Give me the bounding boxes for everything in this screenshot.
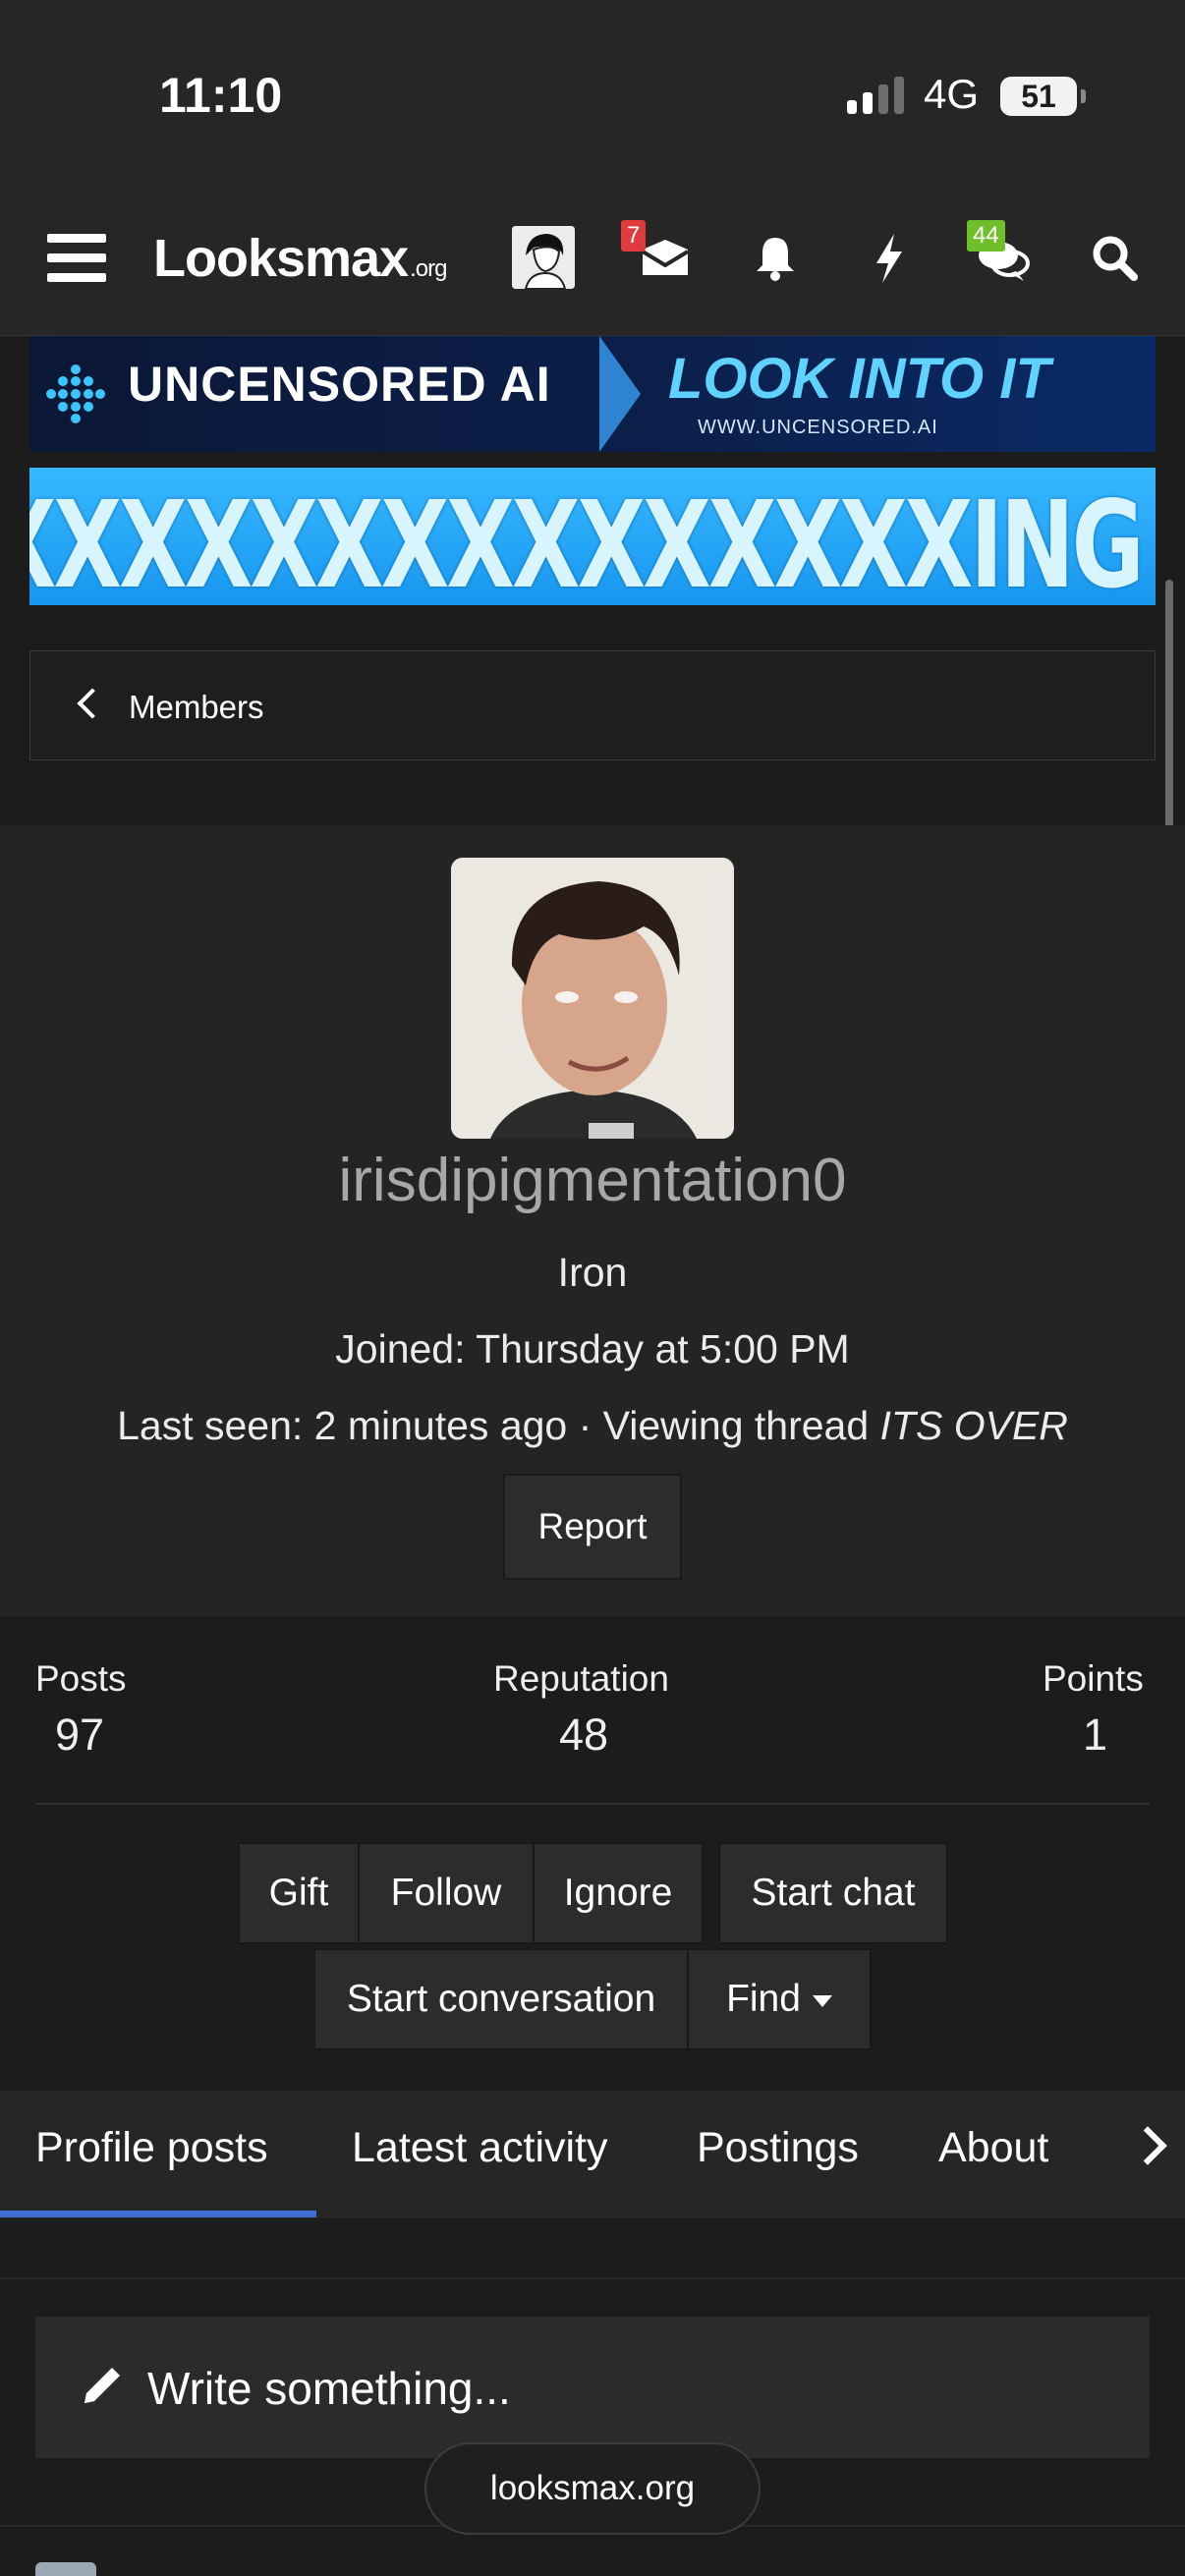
section-divider	[0, 2277, 1185, 2279]
logo-suffix: .org	[410, 255, 447, 282]
chevron-left-icon	[77, 688, 108, 719]
last-seen-text: Last seen: 2 minutes ago · Viewing threa…	[117, 1403, 880, 1448]
ad-chevron	[599, 336, 641, 452]
gift-button[interactable]: Gift	[238, 1842, 360, 1944]
caret-down-icon	[812, 1994, 832, 2007]
reputation-label: Reputation	[493, 1658, 669, 1699]
report-button[interactable]: Report	[503, 1474, 682, 1580]
domain-pill[interactable]: looksmax.org	[424, 2442, 761, 2535]
stats-divider	[35, 1803, 1150, 1805]
posts-value[interactable]: 97	[55, 1709, 104, 1761]
lightning-icon[interactable]	[857, 226, 922, 291]
inbox-badge: 7	[621, 220, 647, 252]
ad-url: WWW.UNCENSORED.AI	[698, 417, 938, 438]
ad-right-text: LOOK INTO IT	[668, 347, 1050, 411]
top-nav: Looksmax.org 7 44	[0, 177, 1185, 336]
tab-latest-activity[interactable]: Latest activity	[352, 2124, 608, 2172]
logo-main: Looksmax	[153, 229, 409, 288]
last-seen-thread-link[interactable]: ITS OVER	[880, 1403, 1068, 1448]
breadcrumb-label: Members	[129, 689, 264, 725]
find-dropdown[interactable]: Find	[687, 1948, 872, 2050]
breadcrumb[interactable]: Members	[29, 650, 1156, 760]
find-label: Find	[726, 1978, 801, 2020]
reputation-value: 48	[559, 1709, 609, 1760]
tab-about[interactable]: About	[938, 2124, 1048, 2172]
profile-username: irisdipigmentation0	[338, 1147, 847, 1214]
write-something-input[interactable]: Write something...	[35, 2317, 1150, 2458]
start-conversation-button[interactable]: Start conversation	[313, 1948, 689, 2050]
network-type: 4G	[924, 71, 980, 117]
chat-badge: 44	[967, 220, 1005, 252]
profile-avatar[interactable]	[451, 858, 734, 1139]
posts-label: Posts	[35, 1658, 127, 1699]
profile-rank: Iron	[557, 1250, 628, 1295]
profile-last-seen: Last seen: 2 minutes ago · Viewing threa…	[0, 1403, 1185, 1449]
ad-banner-text[interactable]: XXXXXXXXXXXXXXXXXXING	[29, 468, 1156, 605]
start-chat-button[interactable]: Start chat	[718, 1842, 948, 1944]
hamburger-menu-icon[interactable]	[47, 234, 106, 283]
follow-button[interactable]: Follow	[358, 1842, 535, 1944]
battery-icon: 51	[1000, 77, 1086, 116]
signal-icon	[847, 77, 904, 114]
pencil-icon	[85, 2368, 120, 2403]
points-label: Points	[1043, 1658, 1144, 1699]
ignore-button[interactable]: Ignore	[533, 1842, 704, 1944]
composer-placeholder: Write something...	[147, 2363, 511, 2414]
profile-joined: Joined: Thursday at 5:00 PM	[335, 1326, 850, 1372]
points-value[interactable]: 1	[1083, 1709, 1107, 1761]
tab-postings[interactable]: Postings	[697, 2124, 859, 2172]
ad-left-text: UNCENSORED AI	[128, 357, 551, 412]
bell-icon[interactable]	[743, 226, 808, 291]
tab-profile-posts[interactable]: Profile posts	[35, 2124, 268, 2172]
clock: 11:10	[159, 68, 283, 123]
active-tab-indicator	[0, 2211, 316, 2217]
ad-banner-uncensored-ai[interactable]: UNCENSORED AI LOOK INTO IT WWW.UNCENSORE…	[29, 336, 1156, 452]
status-bar: 11:10 4G 51	[0, 0, 1185, 177]
account-avatar[interactable]	[512, 226, 575, 289]
brain-chip-icon	[46, 364, 105, 423]
search-icon[interactable]	[1083, 226, 1148, 291]
ad2-text: XXXXXXXXXXXXXXXXXXING	[29, 476, 1145, 605]
site-logo[interactable]: Looksmax.org	[153, 228, 447, 289]
post-author-avatar[interactable]	[35, 2562, 96, 2576]
